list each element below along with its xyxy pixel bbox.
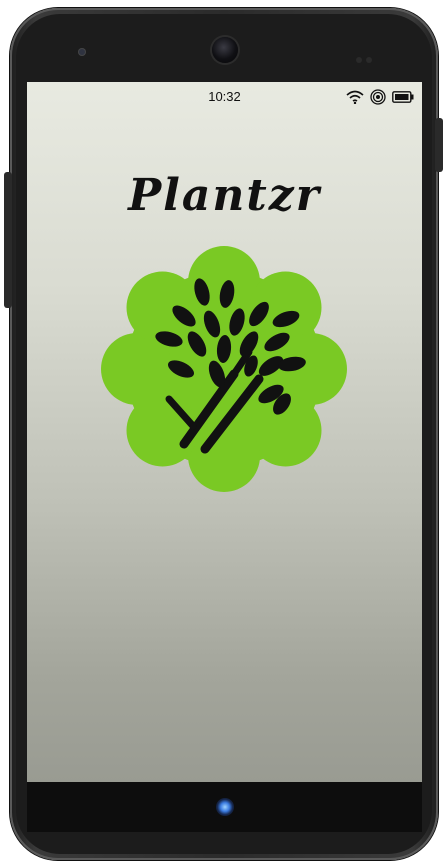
app-screen: 10:32 Plantzr — [27, 82, 422, 782]
volume-button — [4, 172, 12, 308]
power-button — [435, 118, 443, 172]
app-title: Plantzr — [128, 170, 321, 221]
tree-leaf-icon — [101, 246, 347, 492]
home-button-icon[interactable] — [216, 798, 234, 816]
battery-icon — [392, 91, 414, 103]
wifi-icon — [346, 90, 364, 104]
hotspot-icon — [370, 89, 386, 105]
status-bar: 10:32 — [27, 82, 422, 110]
front-camera-icon — [212, 37, 238, 63]
status-icons — [346, 89, 414, 105]
navigation-bar — [27, 782, 422, 832]
proximity-sensors — [356, 48, 378, 63]
earpiece-sensor — [78, 48, 86, 56]
